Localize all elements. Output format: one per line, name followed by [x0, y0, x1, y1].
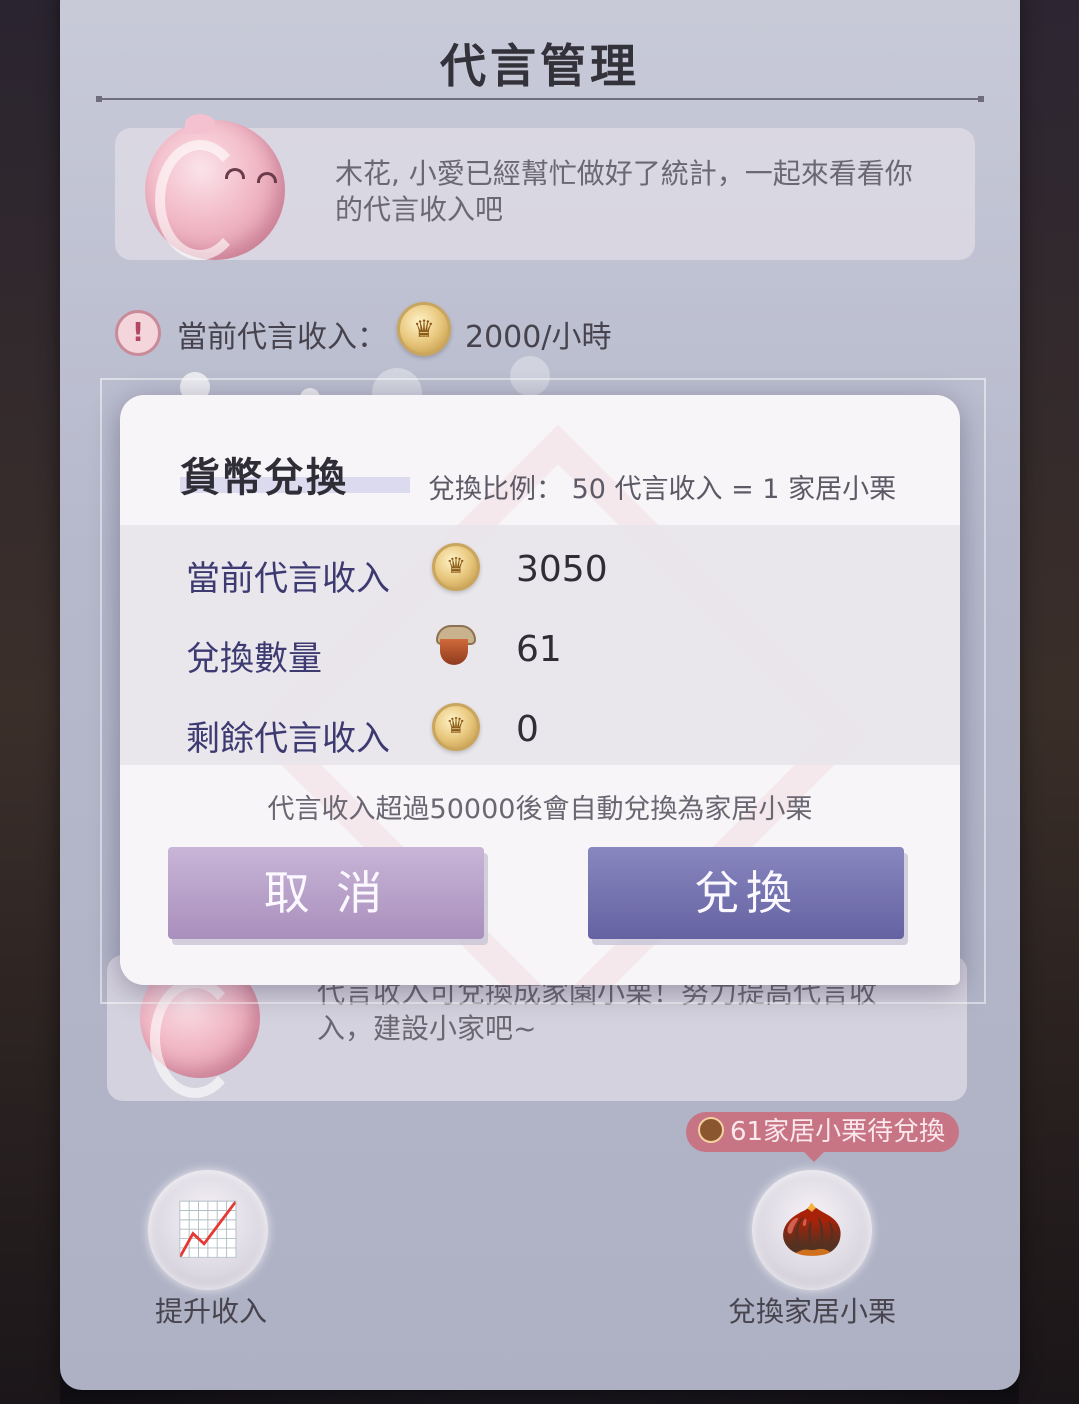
acorn-icon: [436, 625, 476, 667]
intro-message: 木花, 小愛已經幫忙做好了統計，一起來看看你的代言收入吧: [335, 157, 913, 226]
stat-value: 3050: [516, 549, 608, 590]
boost-income-button[interactable]: 📈: [148, 1170, 268, 1290]
sparkle: [510, 356, 550, 396]
current-income-label: 當前代言收入：: [177, 320, 387, 355]
chart-up-icon: 📈: [175, 1200, 241, 1260]
currency-exchange-dialog: 貨幣兌換 兌換比例： 50 代言收入 = 1 家居小栗 當前代言收入 ♛ 305…: [120, 395, 960, 985]
mascot-ring: [155, 140, 245, 260]
exchange-button[interactable]: 兌換: [588, 847, 904, 939]
exchange-ratio: 兌換比例： 50 代言收入 = 1 家居小栗: [428, 474, 897, 505]
pending-exchange-badge: 61家居小栗待兌換: [686, 1112, 960, 1162]
page-title: 代言管理: [440, 39, 640, 93]
stat-label: 剩餘代言收入: [186, 719, 390, 759]
exchange-home-chestnut-button[interactable]: 🌰: [752, 1170, 872, 1290]
mascot-ring: [150, 978, 240, 1098]
dialog-title: 貨幣兌換: [180, 455, 348, 501]
current-income-rate: 2000/小時: [465, 320, 612, 355]
info-icon[interactable]: !: [115, 310, 161, 356]
exchange-home-chestnut-label: 兌換家居小栗: [728, 1295, 897, 1328]
mascot-avatar: [145, 114, 285, 260]
crown-coin-icon: ♛: [397, 302, 451, 356]
title-divider: [96, 96, 984, 102]
pending-badge-text: 61家居小栗待兌換: [730, 1117, 946, 1147]
stat-value: 0: [516, 709, 539, 750]
crown-coin-icon: ♛: [432, 703, 480, 751]
stat-label: 當前代言收入: [186, 559, 390, 599]
stat-label: 兌換數量: [186, 639, 322, 679]
acorn-exchange-icon: 🌰: [779, 1200, 845, 1260]
exchange-stats: 當前代言收入 ♛ 3050 兌換數量 61 剩餘代言收入 ♛ 0: [120, 525, 960, 765]
mascot-eye: [257, 172, 277, 183]
mascot-eye: [225, 168, 245, 179]
tip-message: 代言收入可兌換成家園小栗！努力提高代言收入，建設小家吧~: [317, 976, 878, 1045]
boost-income-label: 提升收入: [155, 1295, 268, 1328]
acorn-icon: [698, 1117, 724, 1143]
auto-exchange-note: 代言收入超過50000後會自動兌換為家居小栗: [267, 794, 813, 825]
cancel-button[interactable]: 取 消: [168, 847, 484, 939]
crown-coin-icon: ♛: [432, 543, 480, 591]
stat-value: 61: [516, 629, 562, 670]
background-left: [0, 0, 60, 1404]
background-right: [1019, 0, 1079, 1404]
mascot-ear: [185, 114, 215, 134]
